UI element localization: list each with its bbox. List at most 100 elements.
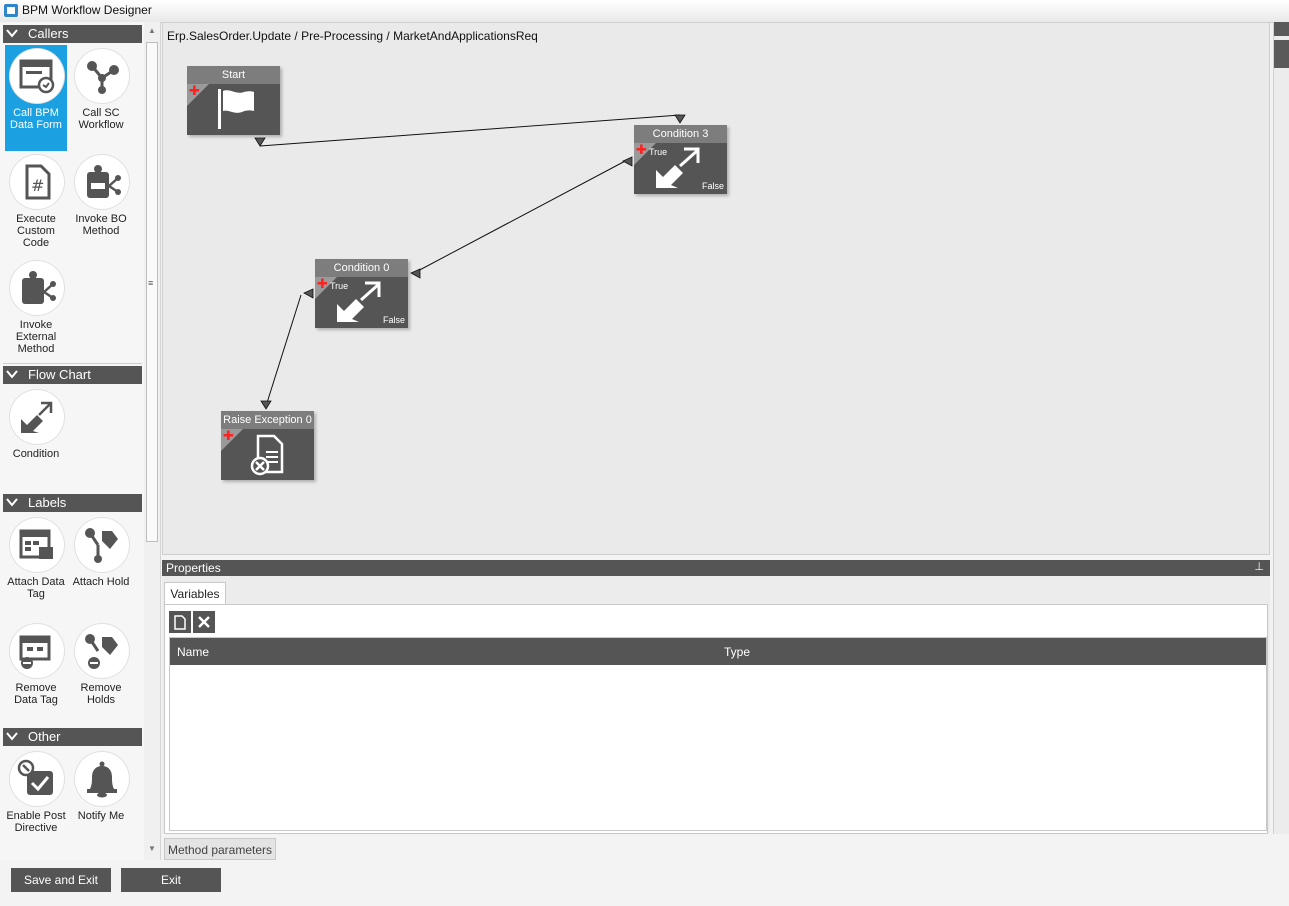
tool-attach-hold[interactable]: Attach Hold bbox=[70, 514, 132, 620]
node-start[interactable]: Start ✚ bbox=[187, 66, 280, 135]
connector-arrow bbox=[410, 268, 421, 279]
connector-arrow bbox=[674, 114, 686, 124]
save-and-exit-button[interactable]: Save and Exit bbox=[11, 868, 111, 892]
connector-arrow bbox=[303, 288, 314, 299]
scroll-down-icon[interactable]: ▼ bbox=[148, 844, 156, 853]
tool-label: Attach Hold bbox=[72, 576, 130, 588]
variables-panel: Name Type bbox=[164, 604, 1268, 834]
chevron-down-icon bbox=[6, 29, 18, 38]
category-label: Other bbox=[28, 729, 61, 744]
close-icon bbox=[198, 616, 210, 628]
tool-notify-me[interactable]: Notify Me bbox=[70, 748, 132, 854]
delete-variable-button[interactable] bbox=[193, 611, 215, 633]
remove-holds-icon bbox=[75, 624, 129, 678]
add-connector-icon[interactable]: ✚ bbox=[317, 276, 328, 292]
condition-arrows-icon bbox=[337, 281, 381, 322]
false-branch-label: False bbox=[382, 315, 405, 325]
column-header-name[interactable]: Name bbox=[177, 645, 209, 659]
tool-label: Invoke External Method bbox=[15, 319, 57, 355]
divider bbox=[3, 363, 142, 364]
chevron-down-icon bbox=[6, 498, 18, 507]
node-condition-0[interactable]: Condition 0 ✚ True False bbox=[315, 259, 408, 328]
remove-data-tag-icon bbox=[10, 624, 64, 678]
data-form-icon bbox=[10, 49, 64, 103]
connector-arrow bbox=[622, 156, 633, 167]
title-bar: BPM Workflow Designer bbox=[0, 0, 1289, 23]
workflow-canvas[interactable]: Erp.SalesOrder.Update / Pre-Processing /… bbox=[162, 22, 1270, 555]
tool-condition[interactable]: Condition bbox=[5, 386, 67, 492]
tool-label: Condition bbox=[12, 448, 60, 460]
add-connector-icon[interactable]: ✚ bbox=[223, 428, 234, 444]
chevron-down-icon bbox=[6, 370, 18, 379]
new-variable-button[interactable] bbox=[169, 611, 191, 633]
new-document-icon bbox=[174, 615, 186, 630]
data-tag-icon bbox=[10, 518, 64, 572]
toolbox-scrollbar[interactable]: ▲ ≡ ▼ bbox=[144, 22, 160, 860]
tool-label: Call BPM Data Form bbox=[10, 107, 62, 131]
tab-variables[interactable]: Variables bbox=[164, 582, 226, 604]
add-connector-icon[interactable]: ✚ bbox=[636, 142, 647, 158]
grid-header: Name Type bbox=[170, 638, 1266, 665]
scroll-up-icon[interactable]: ▲ bbox=[148, 26, 156, 35]
condition-arrows-icon bbox=[656, 147, 700, 188]
tool-attach-data-tag[interactable]: Attach Data Tag bbox=[5, 514, 67, 620]
tool-invoke-bo-method[interactable]: Invoke BO Method bbox=[70, 151, 132, 257]
add-connector-icon[interactable]: ✚ bbox=[189, 83, 200, 99]
category-callers[interactable]: Callers bbox=[3, 25, 142, 43]
right-dock-rail bbox=[1273, 22, 1289, 834]
grip-icon: ≡ bbox=[148, 278, 154, 288]
hold-tag-icon bbox=[75, 518, 129, 572]
bo-method-icon bbox=[75, 155, 129, 209]
tool-call-sc-workflow[interactable]: Call SC Workflow bbox=[70, 45, 132, 151]
condition-arrows-icon bbox=[10, 390, 64, 444]
tool-invoke-external-method[interactable]: Invoke External Method bbox=[5, 257, 67, 363]
app-icon bbox=[4, 4, 18, 17]
node-condition-3[interactable]: Condition 3 ✚ True False bbox=[634, 125, 727, 194]
dock-tab[interactable] bbox=[1274, 40, 1289, 68]
category-flow-chart[interactable]: Flow Chart bbox=[3, 366, 142, 384]
scrollbar-thumb[interactable] bbox=[146, 42, 158, 542]
flag-icon bbox=[218, 89, 254, 129]
tool-execute-custom-code[interactable]: # Execute Custom Code bbox=[5, 151, 67, 257]
node-title: Raise Exception 0 bbox=[221, 411, 314, 429]
exit-button[interactable]: Exit bbox=[121, 868, 221, 892]
properties-title: Properties bbox=[166, 561, 221, 575]
svg-text:#: # bbox=[31, 176, 44, 195]
window-title: BPM Workflow Designer bbox=[22, 3, 152, 17]
category-other[interactable]: Other bbox=[3, 728, 142, 746]
node-raise-exception-0[interactable]: Raise Exception 0 ✚ bbox=[221, 411, 314, 480]
false-branch-label: False bbox=[701, 181, 724, 191]
node-title: Condition 0 bbox=[315, 259, 408, 277]
category-label: Flow Chart bbox=[28, 367, 91, 382]
code-file-icon: # bbox=[10, 155, 64, 209]
connector-arrow bbox=[260, 400, 272, 410]
dock-tab[interactable] bbox=[1274, 22, 1289, 36]
post-directive-icon bbox=[10, 752, 64, 806]
category-label: Callers bbox=[28, 26, 69, 41]
tool-remove-holds[interactable]: Remove Holds bbox=[70, 620, 132, 726]
tool-label: Attach Data Tag bbox=[7, 576, 65, 600]
tool-label: Remove Holds bbox=[80, 682, 122, 706]
node-title: Condition 3 bbox=[634, 125, 727, 143]
tool-label: Notify Me bbox=[77, 810, 125, 822]
column-header-type[interactable]: Type bbox=[724, 645, 750, 659]
tool-remove-data-tag[interactable]: Remove Data Tag bbox=[5, 620, 67, 726]
chevron-down-icon bbox=[6, 732, 18, 741]
footer-bar: Save and Exit Exit bbox=[0, 860, 1289, 906]
tool-enable-post-directive[interactable]: Enable Post Directive bbox=[5, 748, 67, 854]
bell-icon bbox=[75, 752, 129, 806]
pin-icon[interactable]: ⊥ bbox=[1254, 560, 1264, 573]
tool-call-bpm-data-form[interactable]: Call BPM Data Form bbox=[5, 45, 67, 151]
connector-arrow bbox=[254, 137, 266, 147]
workflow-nodes-icon bbox=[75, 49, 129, 103]
variables-grid[interactable]: Name Type bbox=[169, 637, 1267, 831]
tool-label: Call SC Workflow bbox=[78, 107, 124, 131]
tab-method-parameters[interactable]: Method parameters bbox=[164, 838, 276, 860]
category-labels[interactable]: Labels bbox=[3, 494, 142, 512]
node-title: Start bbox=[187, 66, 280, 84]
properties-header: Properties ⊥ bbox=[162, 560, 1270, 576]
tool-label: Enable Post Directive bbox=[6, 810, 66, 834]
category-label: Labels bbox=[28, 495, 67, 510]
tool-label: Remove Data Tag bbox=[14, 682, 58, 706]
exception-document-icon bbox=[250, 434, 284, 476]
